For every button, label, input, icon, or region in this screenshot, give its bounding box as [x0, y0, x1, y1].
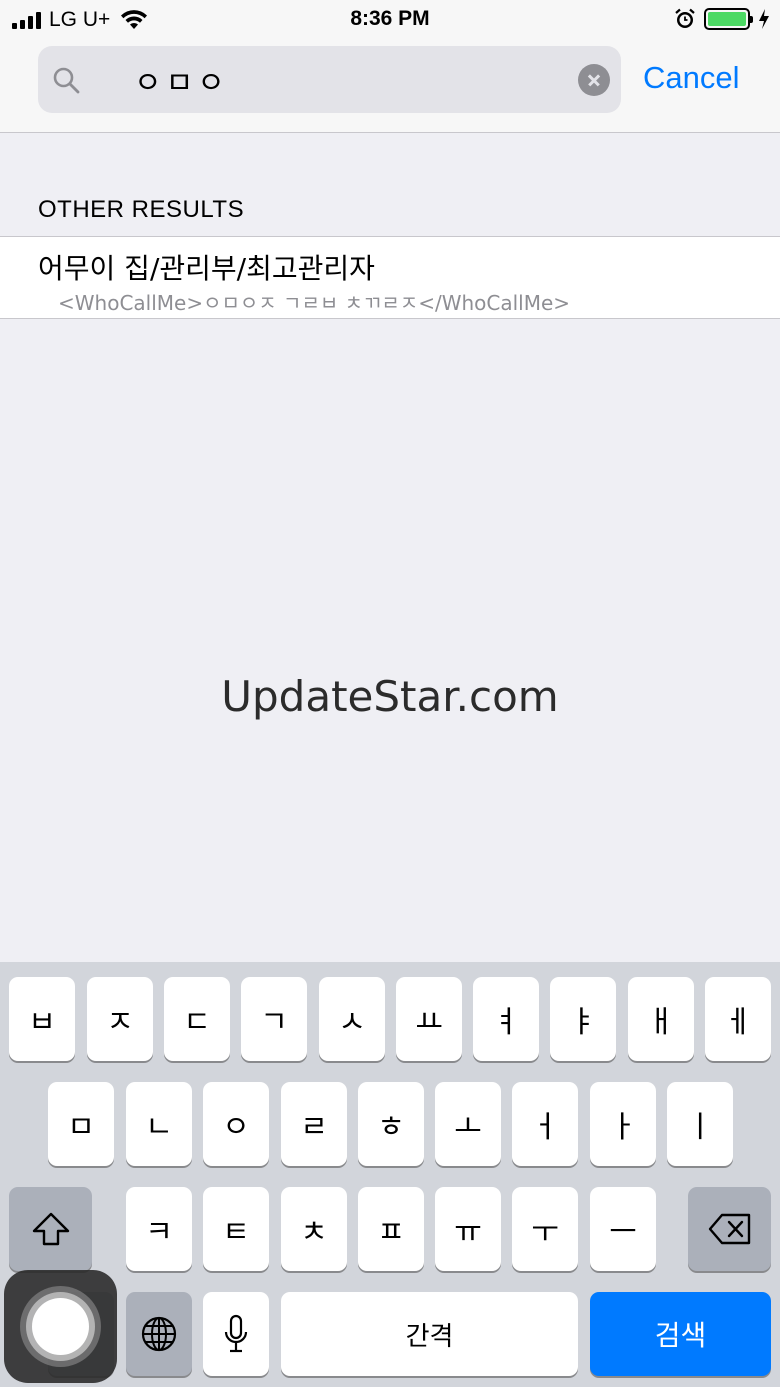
clear-icon[interactable] — [578, 64, 610, 96]
key-row2-9[interactable]: ㅣ — [667, 1082, 733, 1166]
key-row2-2[interactable]: ㄴ — [126, 1082, 192, 1166]
alarm-icon — [675, 8, 695, 28]
search-icon — [53, 67, 80, 94]
key-row1-8[interactable]: ㅑ — [550, 977, 616, 1061]
key-row2-1[interactable]: ㅁ — [48, 1082, 114, 1166]
watermark: UpdateStar.com — [221, 672, 559, 721]
battery-icon — [704, 8, 753, 30]
key-row3-2[interactable]: ㅌ — [203, 1187, 269, 1271]
key-row3-5[interactable]: ㅠ — [435, 1187, 501, 1271]
globe-key[interactable] — [126, 1292, 192, 1376]
key-row2-8[interactable]: ㅏ — [590, 1082, 656, 1166]
status-bar: LG U+ 8:36 PM — [0, 0, 780, 40]
key-row1-4[interactable]: ㄱ — [241, 977, 307, 1061]
result-subtitle: <WhoCallMe>ㅇㅁㅇㅈ ㄱㄹㅂ ㅊㄲㄹㅈ</WhoCallMe> — [58, 291, 571, 315]
section-header-other-results: OTHER RESULTS — [38, 196, 245, 223]
status-time: 8:36 PM — [350, 7, 430, 30]
key-row2-4[interactable]: ㄹ — [281, 1082, 347, 1166]
key-row2-3[interactable]: ㅇ — [203, 1082, 269, 1166]
search-input[interactable] — [134, 60, 594, 100]
key-row1-3[interactable]: ㄷ — [164, 977, 230, 1061]
status-right — [674, 8, 770, 30]
key-row2-6[interactable]: ㅗ — [435, 1082, 501, 1166]
space-key[interactable]: 간격 — [281, 1292, 578, 1376]
backspace-icon — [708, 1213, 750, 1245]
search-field[interactable] — [38, 46, 621, 113]
result-title: 어무이 집/관리부/최고관리자 — [38, 252, 375, 285]
shift-icon — [32, 1212, 69, 1246]
keyboard: ㅂ ㅈ ㄷ ㄱ ㅅ ㅛ ㅕ ㅑ ㅐ ㅔ ㅁ ㄴ ㅇ ㄹ ㅎ ㅗ ㅓ ㅏ ㅣ ㅋ … — [0, 962, 780, 1387]
key-row1-10[interactable]: ㅔ — [705, 977, 771, 1061]
shift-key[interactable] — [9, 1187, 92, 1271]
key-row3-3[interactable]: ㅊ — [281, 1187, 347, 1271]
key-row1-1[interactable]: ㅂ — [9, 977, 75, 1061]
key-row3-4[interactable]: ㅍ — [358, 1187, 424, 1271]
assistive-touch-button[interactable] — [4, 1270, 117, 1383]
cancel-button[interactable]: Cancel — [643, 60, 740, 96]
key-row3-1[interactable]: ㅋ — [126, 1187, 192, 1271]
key-row2-5[interactable]: ㅎ — [358, 1082, 424, 1166]
key-row1-2[interactable]: ㅈ — [87, 977, 153, 1061]
search-header: Cancel — [0, 40, 780, 133]
charging-icon — [759, 9, 769, 29]
delete-key[interactable] — [688, 1187, 771, 1271]
mic-key[interactable] — [203, 1292, 269, 1376]
key-row1-5[interactable]: ㅅ — [319, 977, 385, 1061]
microphone-icon — [224, 1314, 248, 1353]
key-row1-6[interactable]: ㅛ — [396, 977, 462, 1061]
search-key[interactable]: 검색 — [590, 1292, 771, 1376]
search-result-row[interactable]: 어무이 집/관리부/최고관리자 <WhoCallMe>ㅇㅁㅇㅈ ㄱㄹㅂ ㅊㄲㄹㅈ… — [0, 236, 780, 319]
key-row1-7[interactable]: ㅕ — [473, 977, 539, 1061]
key-row1-9[interactable]: ㅐ — [628, 977, 694, 1061]
globe-icon — [141, 1316, 177, 1352]
key-row3-6[interactable]: ㅜ — [512, 1187, 578, 1271]
key-row2-7[interactable]: ㅓ — [512, 1082, 578, 1166]
key-row3-7[interactable]: ㅡ — [590, 1187, 656, 1271]
